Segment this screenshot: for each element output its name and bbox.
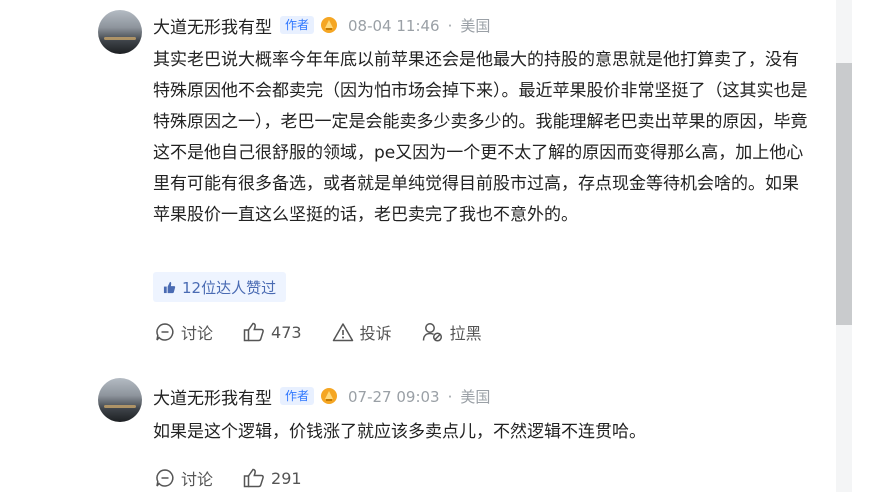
comment-location: 美国 [460, 387, 491, 406]
author-tag: 作者 [280, 16, 315, 34]
like-button[interactable]: 473 [243, 322, 302, 342]
comment-meta: 07-27 09:03 · 美国 [348, 386, 490, 407]
like-count: 473 [271, 322, 302, 342]
expert-likes-badge[interactable]: 12位达人赞过 [153, 272, 287, 302]
comment-actions: 讨论 291 [155, 466, 332, 490]
meta-separator: · [447, 16, 453, 35]
thumbs-up-icon [163, 281, 176, 293]
comment-header: 大道无形我有型 作者 08-04 11:46 · 美国 [153, 13, 490, 38]
comment-icon [156, 323, 174, 341]
comment-icon [156, 469, 174, 487]
scrollbar-thumb[interactable] [836, 63, 852, 325]
discuss-label: 讨论 [181, 324, 214, 343]
like-button[interactable]: 291 [243, 468, 302, 488]
avatar[interactable] [98, 10, 142, 54]
comment-header: 大道无形我有型 作者 07-27 09:03 · 美国 [153, 384, 490, 409]
comment-text: 其实老巴说大概率今年年底以前苹果还会是他最大的持股的意思就是他打算卖了，没有特殊… [153, 50, 808, 225]
author-name[interactable]: 大道无形我有型 [153, 384, 272, 409]
comment-actions: 讨论 473 投诉 拉黑 [155, 320, 512, 344]
comment-date: 08-04 11:46 [348, 16, 440, 35]
expert-likes-text: 12位达人赞过 [182, 278, 277, 297]
avatar[interactable] [98, 378, 142, 422]
block-user-icon [422, 323, 442, 342]
block-label: 拉黑 [449, 324, 482, 343]
report-label: 投诉 [359, 324, 392, 343]
thumbs-up-icon [243, 322, 264, 342]
discuss-button[interactable]: 讨论 [155, 466, 213, 490]
author-name[interactable]: 大道无形我有型 [153, 13, 272, 38]
comment-meta: 08-04 11:46 · 美国 [348, 15, 490, 36]
gold-badge-icon [320, 387, 338, 405]
comment-date: 07-27 09:03 [348, 387, 440, 406]
discuss-label: 讨论 [181, 470, 214, 489]
meta-separator: · [447, 387, 453, 406]
like-count: 291 [271, 468, 302, 488]
discuss-button[interactable]: 讨论 [155, 320, 213, 344]
report-button[interactable]: 投诉 [332, 320, 392, 344]
thumbs-up-icon [243, 468, 264, 488]
author-tag: 作者 [280, 387, 315, 405]
block-button[interactable]: 拉黑 [422, 320, 482, 344]
comment-location: 美国 [460, 16, 491, 35]
gold-badge-icon [320, 16, 338, 34]
warning-icon [332, 323, 353, 342]
comment-text: 如果是这个逻辑，价钱涨了就应该多卖点儿，不然逻辑不连贯哈。 [153, 422, 646, 442]
